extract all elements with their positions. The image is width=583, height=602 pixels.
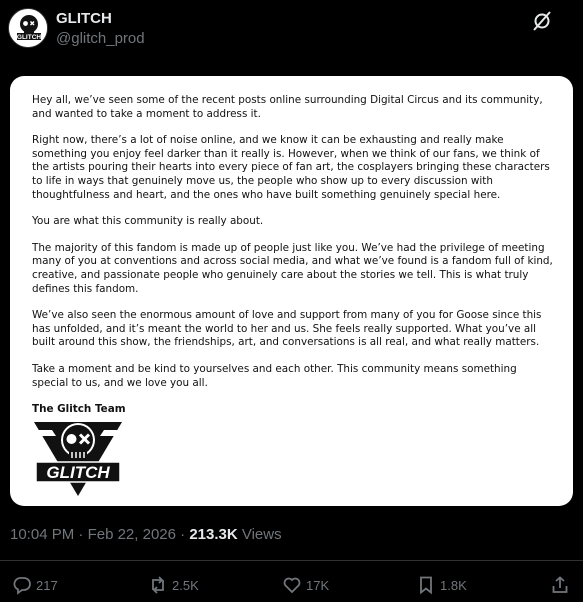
share-button[interactable] — [550, 572, 570, 598]
bookmark-button[interactable]: 1.8K — [416, 572, 467, 598]
views-label: Views — [237, 526, 282, 543]
letter-paragraph: You are what this community is really ab… — [32, 215, 264, 228]
letter-signature: The Glitch Team — [32, 403, 126, 416]
reply-count: 217 — [36, 577, 58, 593]
like-count: 17K — [306, 577, 330, 593]
meta-separator: · — [74, 526, 88, 543]
letter-paragraph: Right now, there’s a lot of noise online… — [32, 134, 550, 201]
meta-separator: · — [175, 526, 190, 543]
bookmark-count: 1.8K — [440, 577, 467, 593]
svg-text:GLITCH: GLITCH — [17, 34, 41, 41]
post-header: GLITCH GLITCH @glitch_prod — [8, 8, 575, 52]
display-name[interactable]: GLITCH — [56, 10, 112, 27]
reply-button[interactable]: 217 — [12, 572, 58, 598]
post-image[interactable]: Hey all, we’ve seen some of the recent p… — [10, 76, 573, 506]
letter-paragraph: We’ve also seen the enormous amount of l… — [32, 309, 542, 349]
glitch-logo-icon: GLITCH — [34, 422, 122, 496]
grok-icon — [533, 11, 551, 31]
share-icon — [552, 576, 568, 593]
like-button[interactable]: 17K — [282, 572, 329, 598]
grok-button[interactable] — [531, 10, 553, 32]
views-count: 213.3K — [189, 526, 238, 543]
post-time[interactable]: 10:04 PM — [10, 526, 74, 543]
avatar[interactable]: GLITCH — [8, 8, 48, 48]
bookmark-icon — [420, 576, 432, 595]
repost-icon — [152, 576, 164, 594]
letter-paragraph: Hey all, we’ve seen some of the recent p… — [32, 94, 543, 120]
user-handle[interactable]: @glitch_prod — [56, 30, 145, 47]
post-metadata: 10:04 PM · Feb 22, 2026 · 213.3K Views — [10, 526, 282, 543]
action-bar: 217 2.5K 17K 1.8K — [0, 572, 583, 598]
post-date[interactable]: Feb 22, 2026 — [88, 526, 176, 543]
glitch-skull-logo-icon: GLITCH — [9, 9, 47, 47]
logo-wordmark: GLITCH — [46, 463, 110, 482]
reply-icon — [13, 577, 31, 595]
statement-letter: Hey all, we’ve seen some of the recent p… — [32, 94, 556, 430]
letter-paragraph: Take a moment and be kind to yourselves … — [32, 362, 517, 389]
heart-icon — [283, 577, 301, 594]
letter-paragraph: The majority of this fandom is made up o… — [32, 241, 553, 295]
divider — [0, 560, 583, 561]
repost-count: 2.5K — [172, 577, 199, 593]
repost-button[interactable]: 2.5K — [148, 572, 199, 598]
